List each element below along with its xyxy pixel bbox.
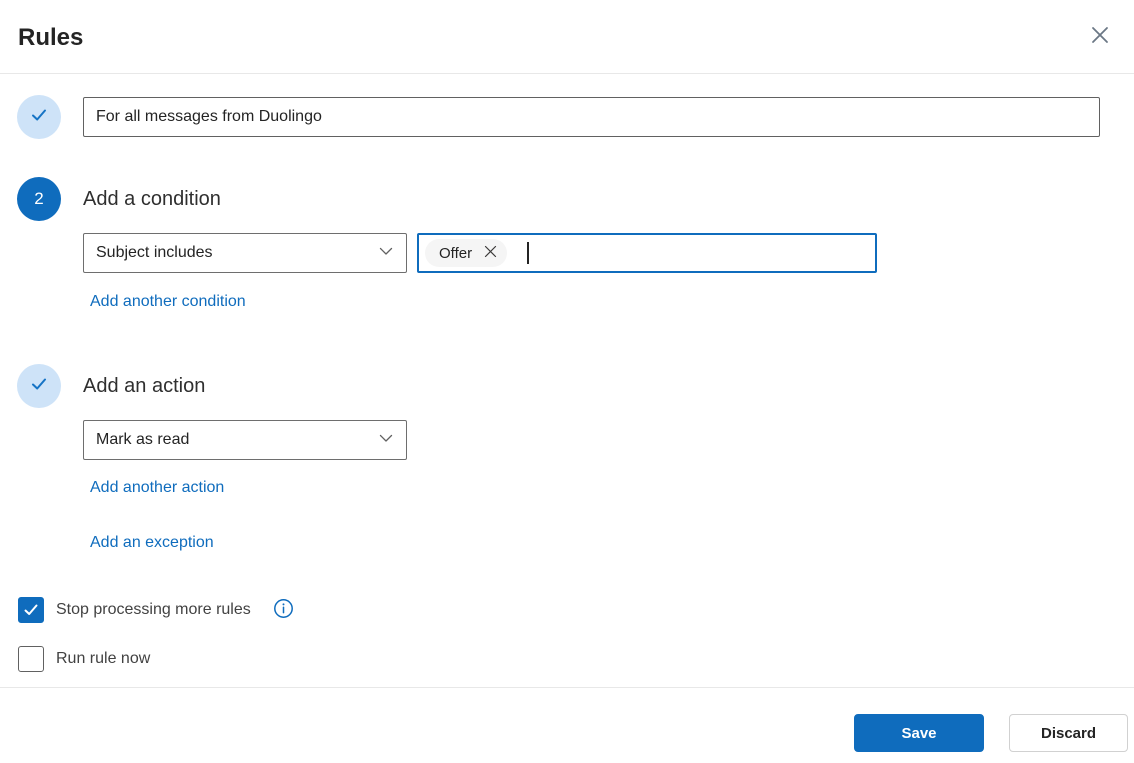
rules-dialog: Rules 2 Add a condition (0, 0, 1134, 763)
action-dropdown-value: Mark as read (96, 431, 190, 448)
checkmark-icon (24, 604, 38, 615)
run-rule-now-row: Run rule now (18, 646, 1100, 672)
add-another-condition-link[interactable]: Add another condition (90, 293, 246, 311)
condition-type-dropdown[interactable]: Subject includes (83, 233, 407, 273)
condition-heading: Add a condition (83, 187, 221, 210)
rule-name-row (17, 95, 1100, 139)
save-button[interactable]: Save (854, 714, 984, 752)
dialog-footer: Save Discard (0, 688, 1134, 763)
action-section: Add an action Mark as read Add another a… (17, 364, 1100, 552)
action-type-dropdown[interactable]: Mark as read (83, 420, 407, 460)
dialog-body: 2 Add a condition Subject includes Offer (0, 74, 1134, 676)
chevron-down-icon (378, 430, 394, 451)
text-caret (527, 242, 530, 264)
stop-processing-checkbox[interactable] (18, 597, 44, 623)
tag-remove-button[interactable] (484, 245, 497, 261)
page-title: Rules (18, 24, 84, 51)
check-icon (28, 373, 50, 400)
action-status-badge (17, 364, 61, 408)
run-rule-now-label: Run rule now (56, 650, 151, 667)
add-an-exception-link[interactable]: Add an exception (90, 534, 214, 552)
rule-name-input[interactable] (83, 97, 1100, 137)
close-button[interactable] (1086, 22, 1114, 50)
close-icon (1089, 24, 1111, 49)
run-rule-now-checkbox[interactable] (18, 646, 44, 672)
condition-section: 2 Add a condition Subject includes Offer (17, 177, 1100, 311)
discard-button[interactable]: Discard (1009, 714, 1128, 752)
check-icon (28, 104, 50, 131)
dialog-header: Rules (0, 0, 1134, 56)
dismiss-icon (484, 245, 497, 261)
step1-status-badge (17, 95, 61, 139)
step2-number-badge: 2 (17, 177, 61, 221)
stop-processing-row: Stop processing more rules (18, 597, 1100, 623)
action-heading: Add an action (83, 374, 206, 397)
condition-dropdown-value: Subject includes (96, 244, 213, 261)
chevron-down-icon (378, 243, 394, 264)
tag-label: Offer (439, 244, 473, 262)
stop-processing-label: Stop processing more rules (56, 601, 251, 618)
info-button[interactable] (273, 598, 294, 622)
add-another-action-link[interactable]: Add another action (90, 479, 224, 497)
condition-value-input[interactable]: Offer (417, 233, 877, 273)
offer-tag: Offer (425, 239, 508, 267)
info-icon (273, 598, 294, 622)
